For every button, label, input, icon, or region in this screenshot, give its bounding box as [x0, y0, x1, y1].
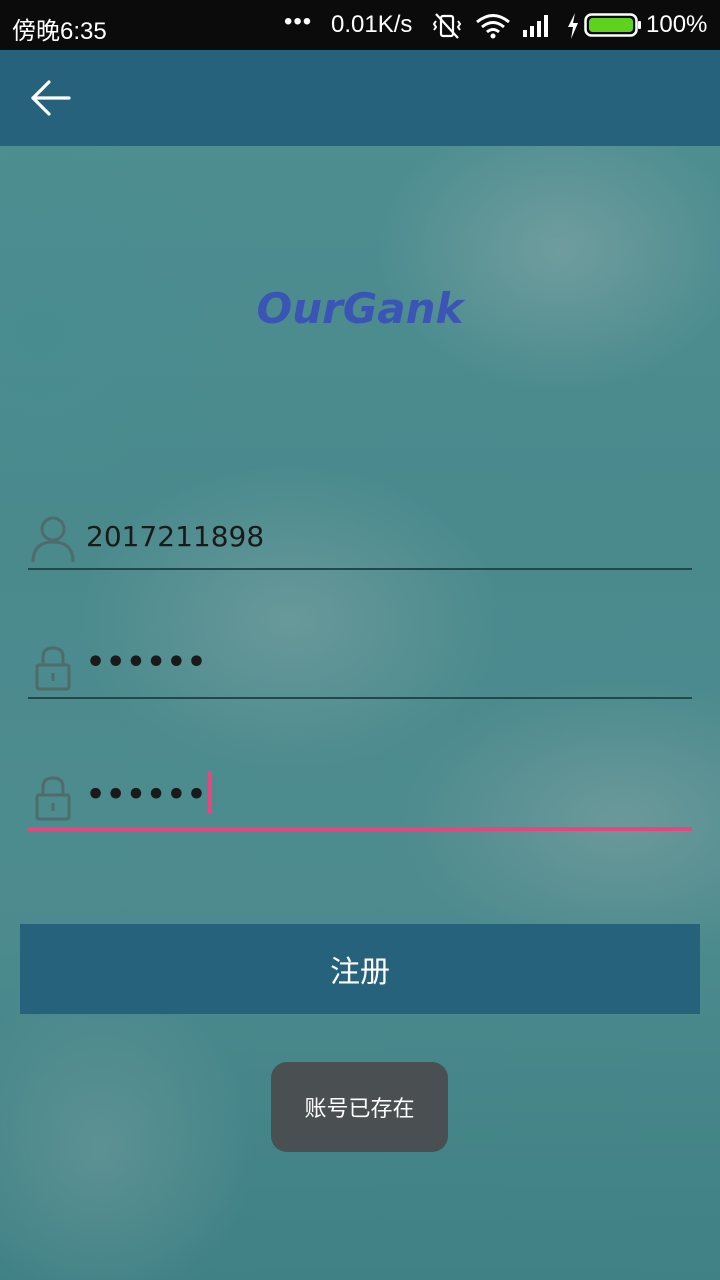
text-cursor	[208, 771, 213, 813]
confirm-password-field[interactable]: ••••••	[28, 771, 692, 831]
confirm-password-value: ••••••	[86, 777, 208, 813]
toast-message: 账号已存在	[271, 1062, 448, 1152]
username-field[interactable]: 2017211898	[28, 512, 692, 570]
back-button[interactable]	[20, 70, 80, 126]
user-icon	[30, 514, 76, 564]
battery-icon	[584, 13, 642, 44]
password-field[interactable]: ••••••	[28, 641, 692, 699]
network-speed: 0.01K/s	[331, 11, 413, 38]
more-notifications-icon: •••	[284, 8, 313, 35]
signal-icon	[521, 12, 553, 47]
app-logo-title: OurGank	[256, 284, 464, 333]
register-button[interactable]: 注册	[20, 924, 700, 1014]
lock-icon	[30, 643, 76, 693]
wifi-icon	[475, 12, 511, 47]
lock-icon	[30, 773, 76, 823]
username-value: 2017211898	[86, 520, 265, 553]
password-value: ••••••	[86, 645, 208, 680]
register-screen: 傍晚6:35 ••• 0.01K/s 100% OurGank 20172118…	[0, 0, 720, 1280]
no-vibrate-icon	[432, 12, 462, 47]
charging-icon	[566, 12, 580, 47]
confirm-password-value-wrap: ••••••	[86, 771, 213, 817]
app-bar	[0, 50, 720, 146]
status-bar: 傍晚6:35 ••• 0.01K/s 100%	[0, 0, 720, 50]
status-time: 傍晚6:35	[12, 18, 107, 45]
battery-percent: 100%	[646, 11, 708, 38]
back-arrow-icon	[31, 80, 71, 116]
